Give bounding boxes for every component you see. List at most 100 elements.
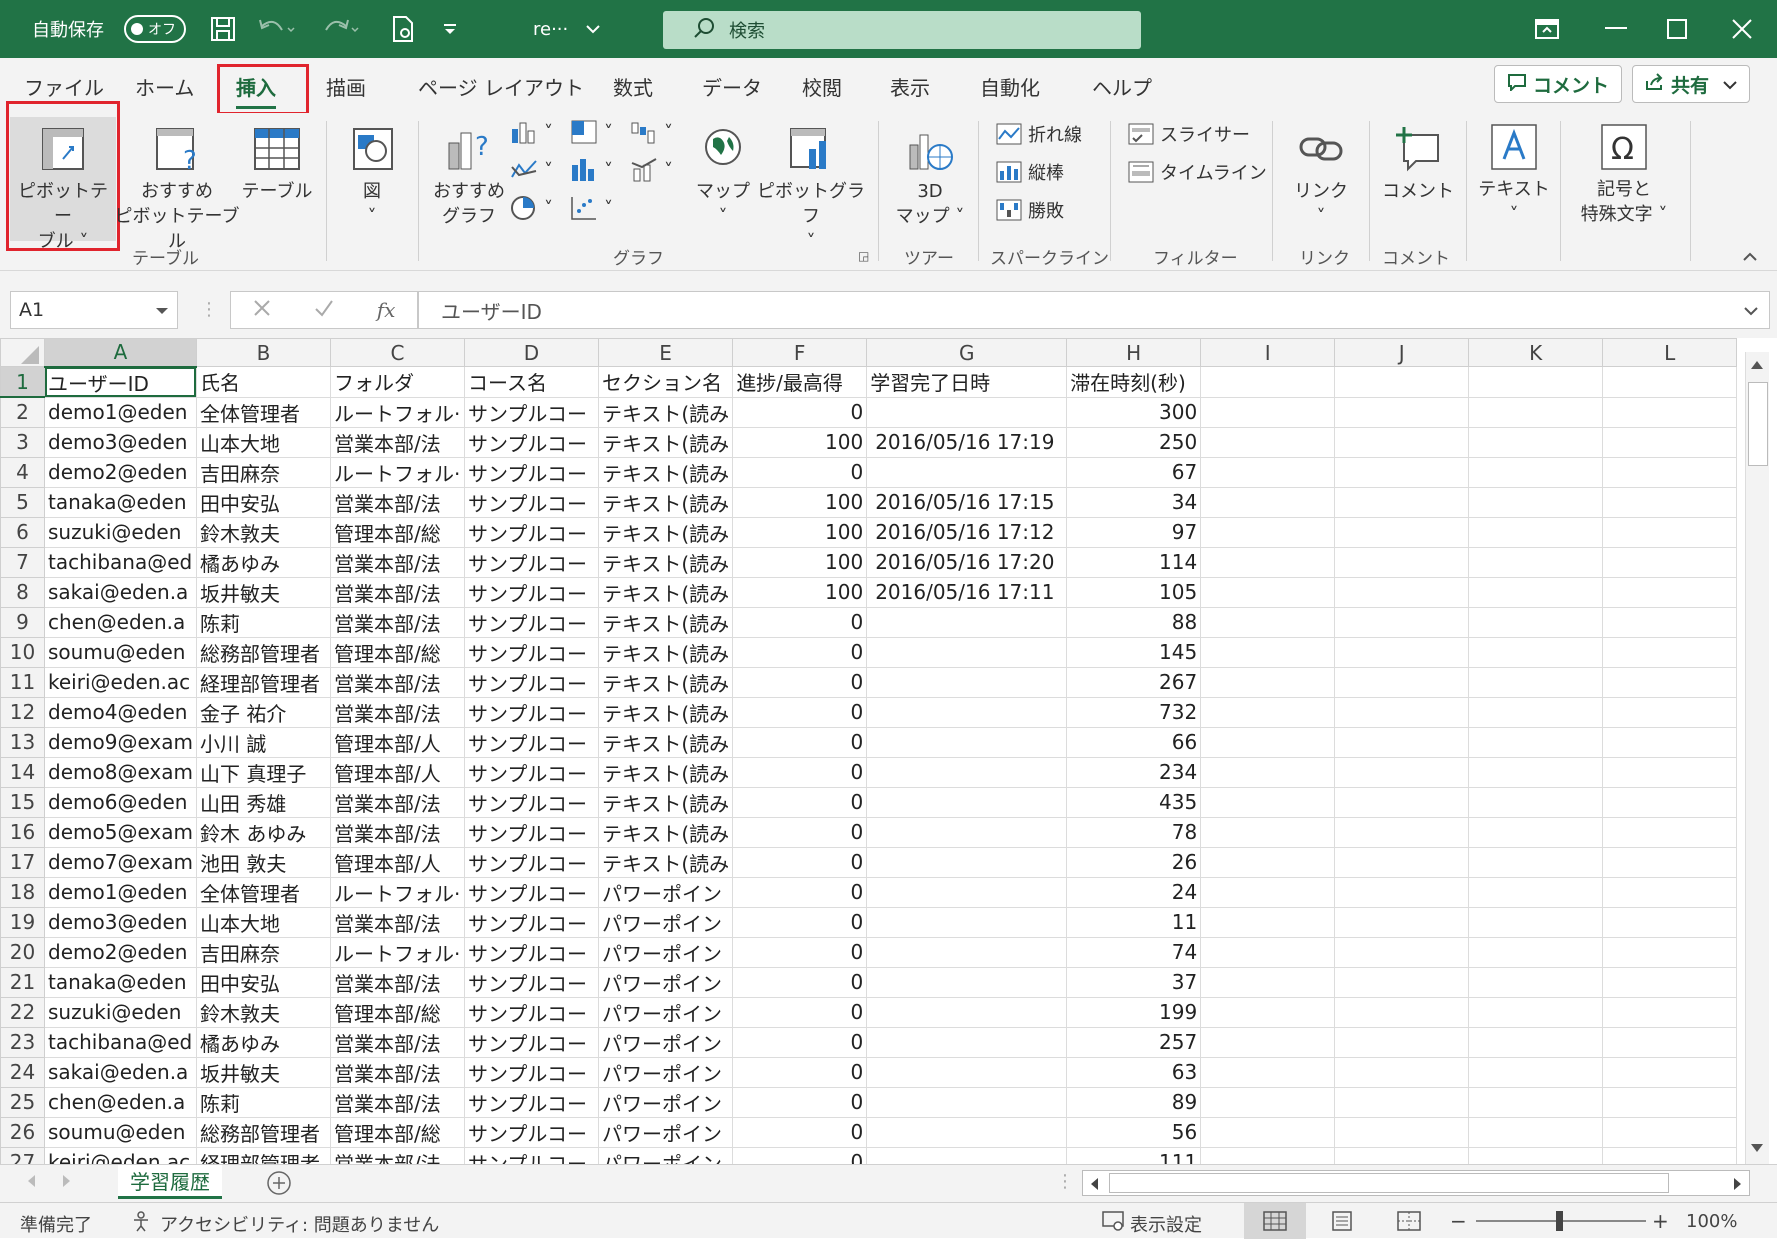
- row-header[interactable]: 12: [0, 696, 45, 728]
- cell[interactable]: 橘あゆみ: [195, 1026, 331, 1058]
- search-box[interactable]: 検索: [663, 11, 1141, 49]
- cell[interactable]: サンプルコー: [463, 816, 599, 848]
- add-sheet-icon[interactable]: [266, 1170, 292, 1200]
- cell[interactable]: [1334, 1116, 1470, 1148]
- cell[interactable]: テキスト(読み: [597, 816, 734, 848]
- page-layout-view-icon[interactable]: [1330, 1211, 1354, 1236]
- cell[interactable]: サンプルコー: [463, 426, 599, 458]
- row-header[interactable]: 16: [0, 816, 45, 848]
- cell[interactable]: サンプルコー: [463, 936, 599, 968]
- cell[interactable]: サンプルコー: [463, 546, 599, 578]
- cell[interactable]: [866, 636, 1068, 668]
- tab-help[interactable]: ヘルプ: [1092, 72, 1152, 101]
- cell[interactable]: [1334, 606, 1470, 638]
- normal-view-button[interactable]: [1244, 1203, 1306, 1239]
- cell[interactable]: [1468, 426, 1604, 458]
- cell[interactable]: 2016/05/16 17:12: [866, 516, 1068, 548]
- cell[interactable]: [866, 846, 1068, 878]
- row-header[interactable]: 6: [0, 516, 45, 548]
- cell[interactable]: [1602, 906, 1738, 938]
- row-header[interactable]: 18: [0, 876, 45, 908]
- cell[interactable]: [1334, 516, 1470, 548]
- cell[interactable]: 全体管理者: [195, 396, 331, 428]
- cell[interactable]: テキスト(読み: [597, 546, 734, 578]
- illustrations-button[interactable]: 図 ˅: [338, 117, 406, 229]
- cell[interactable]: [1602, 1146, 1738, 1164]
- horizontal-scroll-thumb[interactable]: [1109, 1173, 1669, 1193]
- cell[interactable]: テキスト(読み: [597, 636, 734, 668]
- cell[interactable]: 26: [1066, 846, 1202, 878]
- cell[interactable]: 山田 秀雄: [195, 786, 331, 818]
- cell[interactable]: 88: [1066, 606, 1202, 638]
- pivot-chart-button[interactable]: ピボットグラフ ˅: [756, 117, 866, 254]
- cell[interactable]: [1602, 1116, 1738, 1148]
- row-header[interactable]: 10: [0, 636, 45, 668]
- cell[interactable]: [1200, 726, 1336, 758]
- name-box-dropdown-icon[interactable]: [155, 299, 169, 321]
- cell[interactable]: 管理本部/総: [329, 516, 465, 548]
- cell[interactable]: demo8@exam: [44, 756, 197, 788]
- cell[interactable]: 池田 敦夫: [195, 846, 331, 878]
- cell[interactable]: [1468, 486, 1604, 518]
- cell[interactable]: [1468, 546, 1604, 578]
- row-header[interactable]: 4: [0, 456, 45, 488]
- scroll-left-icon[interactable]: [1089, 1176, 1099, 1195]
- cell[interactable]: [866, 996, 1068, 1028]
- cell[interactable]: [1200, 546, 1336, 578]
- cell[interactable]: サンプルコー: [463, 726, 599, 758]
- cell[interactable]: [1334, 486, 1470, 518]
- row-header[interactable]: 7: [0, 546, 45, 578]
- cell[interactable]: 営業本部/法: [329, 666, 465, 698]
- cell[interactable]: [1602, 726, 1738, 758]
- cell[interactable]: [866, 456, 1068, 488]
- save-icon[interactable]: [210, 0, 236, 58]
- cell[interactable]: [866, 726, 1068, 758]
- cell[interactable]: 257: [1066, 1026, 1202, 1058]
- cell[interactable]: [1468, 1026, 1604, 1058]
- cell[interactable]: [1602, 636, 1738, 668]
- cell[interactable]: tanaka@eden: [44, 966, 197, 998]
- prev-sheet-icon[interactable]: [26, 1173, 36, 1192]
- cell[interactable]: サンプルコー: [463, 1086, 599, 1118]
- tab-view[interactable]: 表示: [890, 72, 930, 101]
- cell[interactable]: [1602, 606, 1738, 638]
- cell[interactable]: [1334, 1086, 1470, 1118]
- cell[interactable]: サンプルコー: [463, 846, 599, 878]
- cell[interactable]: 営業本部/法: [329, 486, 465, 518]
- cell[interactable]: テキスト(読み: [597, 846, 734, 878]
- formula-input[interactable]: ユーザーID: [418, 291, 1770, 329]
- close-icon[interactable]: [1731, 0, 1753, 58]
- cell[interactable]: テキスト(読み: [597, 606, 734, 638]
- row-header[interactable]: 3: [0, 426, 45, 458]
- cell[interactable]: 300: [1066, 396, 1202, 428]
- collapse-ribbon-icon[interactable]: [1742, 247, 1758, 267]
- cell[interactable]: 吉田麻奈: [195, 456, 331, 488]
- column-chart-button[interactable]: ˅: [510, 119, 553, 145]
- page-break-view-icon[interactable]: [1397, 1211, 1421, 1236]
- cell[interactable]: [1200, 756, 1336, 788]
- cell[interactable]: 学習完了日時: [866, 366, 1068, 398]
- text-button[interactable]: テキスト ˅: [1474, 117, 1554, 227]
- cell[interactable]: [1200, 846, 1336, 878]
- cell[interactable]: 234: [1066, 756, 1202, 788]
- cell[interactable]: tachibana@ed: [44, 546, 197, 578]
- cell[interactable]: 89: [1066, 1086, 1202, 1118]
- cell[interactable]: 管理本部/人: [329, 846, 465, 878]
- cell[interactable]: テキスト(読み: [597, 696, 734, 728]
- filename[interactable]: re···: [533, 0, 568, 58]
- cell[interactable]: 山下 真理子: [195, 756, 331, 788]
- cell[interactable]: chen@eden.a: [44, 1086, 197, 1118]
- cell[interactable]: パワーポイン: [597, 1116, 734, 1148]
- cell[interactable]: 進捗/最高得: [732, 366, 868, 398]
- cell[interactable]: 0: [732, 756, 868, 788]
- cell[interactable]: [866, 936, 1068, 968]
- cell[interactable]: [1468, 996, 1604, 1028]
- cell[interactable]: [1334, 816, 1470, 848]
- cell[interactable]: 0: [732, 936, 868, 968]
- cell[interactable]: [1334, 1026, 1470, 1058]
- combo-chart-button[interactable]: ˅: [630, 157, 673, 183]
- scroll-down-icon[interactable]: [1750, 1139, 1764, 1158]
- cell[interactable]: 管理本部/人: [329, 756, 465, 788]
- cell[interactable]: [1468, 726, 1604, 758]
- cell[interactable]: 2016/05/16 17:19: [866, 426, 1068, 458]
